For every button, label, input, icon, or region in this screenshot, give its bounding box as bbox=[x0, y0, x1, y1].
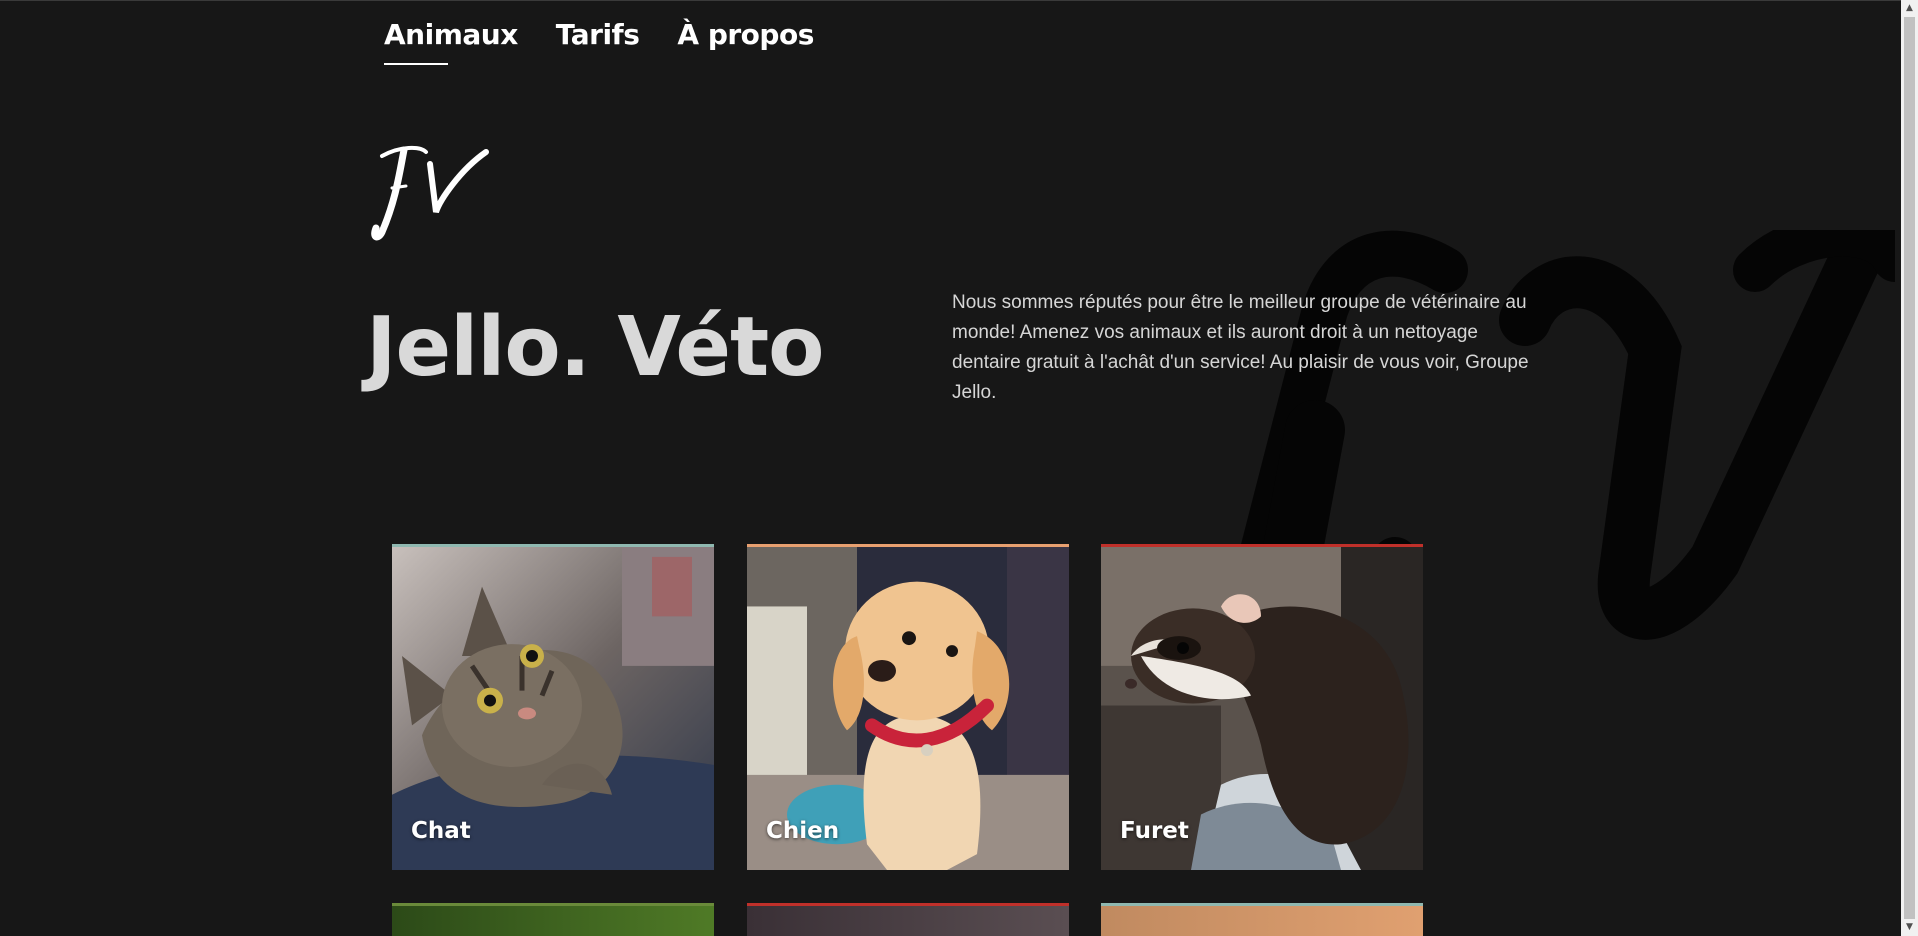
vertical-scrollbar[interactable]: ▲ ▼ bbox=[1901, 0, 1918, 936]
card-label-chien: Chien bbox=[766, 818, 840, 844]
nav-item-animaux[interactable]: Animaux bbox=[384, 18, 518, 65]
animal-card-furet[interactable]: Furet bbox=[1101, 544, 1423, 870]
jv-logo-icon bbox=[371, 145, 489, 241]
animal-card-chat[interactable]: Chat bbox=[392, 544, 714, 870]
window-top-border bbox=[0, 0, 1918, 1]
page-title: Jello. Véto bbox=[366, 300, 824, 395]
animal-card-6[interactable] bbox=[1101, 903, 1423, 936]
nav-item-a-propos[interactable]: À propos bbox=[677, 18, 814, 65]
animal-card-4[interactable] bbox=[392, 903, 714, 936]
card-label-chat: Chat bbox=[411, 818, 471, 844]
card-label-furet: Furet bbox=[1120, 818, 1189, 844]
animal-card-5[interactable] bbox=[747, 903, 1069, 936]
scrollbar-thumb[interactable] bbox=[1904, 17, 1915, 919]
intro-text: Nous sommes réputés pour être le meilleu… bbox=[952, 292, 1529, 403]
main-nav: Animaux Tarifs À propos bbox=[384, 18, 814, 65]
animal-card-chien[interactable]: Chien bbox=[747, 544, 1069, 870]
scroll-down-icon[interactable]: ▼ bbox=[1901, 919, 1918, 936]
nav-item-tarifs[interactable]: Tarifs bbox=[556, 18, 640, 65]
scroll-up-icon[interactable]: ▲ bbox=[1901, 0, 1918, 17]
page: Animaux Tarifs À propos Jello. Véto Nous… bbox=[0, 0, 1918, 936]
